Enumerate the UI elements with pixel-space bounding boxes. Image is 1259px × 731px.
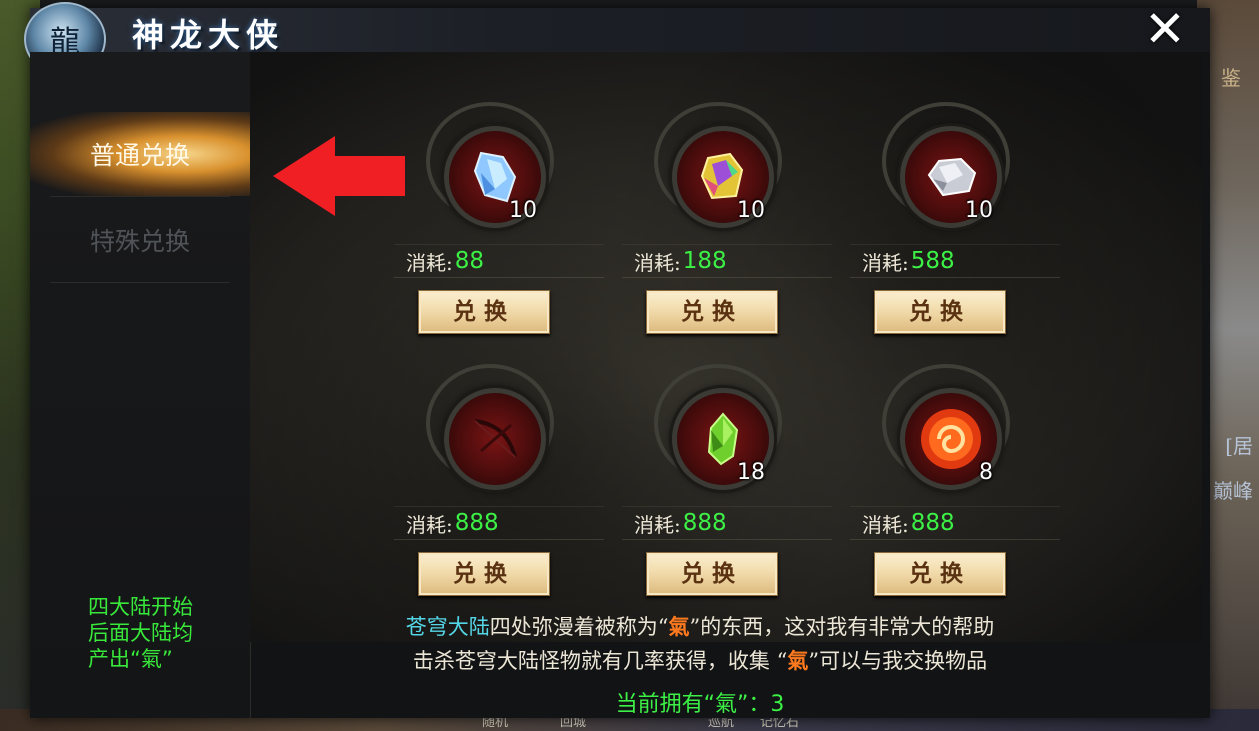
fire-orb-icon <box>921 409 981 469</box>
qi-highlight: 氣 <box>787 648 809 673</box>
exchange-button[interactable]: 兑换 <box>418 552 550 596</box>
item-slot[interactable]: 18 <box>672 388 774 490</box>
item-count: 10 <box>509 198 537 223</box>
tab-divider <box>50 282 230 283</box>
item-count: 8 <box>979 460 993 485</box>
item-slot[interactable]: 10 <box>900 126 1002 228</box>
tab-special-exchange[interactable]: 特殊兑换 <box>30 198 250 282</box>
cost-value: 888 <box>910 510 955 536</box>
qi-highlight: 氣 <box>668 614 690 639</box>
tab-divider <box>50 196 230 197</box>
exchange-card: 18 消耗: 888 兑换 <box>622 364 832 606</box>
cost-row: 消耗: 88 <box>394 244 604 278</box>
bow-icon <box>474 419 517 458</box>
side-note-line: 后面大陆均 <box>88 621 193 645</box>
continent-name: 苍穹大陆 <box>405 615 490 639</box>
item-count: 18 <box>737 460 765 485</box>
description: 苍穹大陆四处弥漫着被称为“氣”的东西，这对我有非常大的帮助 击杀苍穹大陆怪物就有… <box>250 610 1150 678</box>
cost-row: 消耗: 888 <box>394 506 604 540</box>
close-button[interactable]: ✕ <box>1138 2 1192 56</box>
description-text: ”的东西，这对我有非常大的帮助 <box>689 615 995 639</box>
description-text: 击杀苍穹大陆怪物就有几率获得，收集 “ <box>412 649 788 673</box>
side-note-line: 四大陆开始 <box>88 595 193 619</box>
scene-side-label: 巅峰 <box>1213 479 1253 503</box>
cost-label: 消耗: <box>634 250 681 275</box>
exchange-button[interactable]: 兑换 <box>418 290 550 334</box>
cost-label: 消耗: <box>406 512 453 537</box>
green-crystal-icon <box>707 412 739 466</box>
cost-row: 消耗: 888 <box>622 506 832 540</box>
exchange-card: 10 消耗: 188 兑换 <box>622 102 832 344</box>
dialog-title: 神龙大侠 <box>132 16 285 54</box>
description-line: 苍穹大陆四处弥漫着被称为“氣”的东西，这对我有非常大的帮助 <box>250 610 1150 644</box>
cost-value: 888 <box>682 510 727 536</box>
cost-label: 消耗: <box>862 250 909 275</box>
exchange-button[interactable]: 兑换 <box>646 552 778 596</box>
tab-normal-exchange[interactable]: 普通兑换 <box>30 112 250 196</box>
exchange-card: 8 消耗: 888 兑换 <box>850 364 1060 606</box>
description-text: 四处弥漫着被称为“ <box>489 615 669 639</box>
cost-label: 消耗: <box>406 250 453 275</box>
tab-label: 普通兑换 <box>90 141 191 170</box>
side-note-line: 产出“氣” <box>88 647 173 671</box>
silver-ore-icon <box>927 157 977 197</box>
cost-value: 588 <box>910 248 955 274</box>
cost-value: 888 <box>454 510 499 536</box>
cost-row: 消耗: 188 <box>622 244 832 278</box>
rainbow-gem-icon <box>700 152 744 200</box>
cost-value: 188 <box>682 248 727 274</box>
exchange-button[interactable]: 兑换 <box>874 290 1006 334</box>
exchange-button[interactable]: 兑换 <box>646 290 778 334</box>
title-bar: 龍 神龙大侠 ✕ <box>24 2 1210 76</box>
scene-side-label: [居 <box>1225 434 1253 458</box>
scene-side-label: 鉴 <box>1221 66 1241 90</box>
cost-row: 消耗: 588 <box>850 244 1060 278</box>
item-count: 10 <box>737 198 765 223</box>
item-slot[interactable] <box>444 388 546 490</box>
blue-crystal-icon <box>473 151 517 203</box>
cost-row: 消耗: 888 <box>850 506 1060 540</box>
cost-value: 88 <box>454 248 485 274</box>
description-line: 击杀苍穹大陆怪物就有几率获得，收集 “氣”可以与我交换物品 <box>250 644 1150 678</box>
owned-qi-count: 当前拥有“氣”：3 <box>615 692 785 717</box>
cost-label: 消耗: <box>862 512 909 537</box>
exchange-card: 10 消耗: 588 兑换 <box>850 102 1060 344</box>
item-slot[interactable]: 8 <box>900 388 1002 490</box>
tab-label: 特殊兑换 <box>90 227 191 256</box>
description-text: ”可以与我交换物品 <box>808 649 988 673</box>
side-note: 四大陆开始 后面大陆均 产出“氣” <box>88 594 238 672</box>
exchange-card: 10 消耗: 88 兑换 <box>394 102 604 344</box>
cost-label: 消耗: <box>634 512 681 537</box>
exchange-button[interactable]: 兑换 <box>874 552 1006 596</box>
item-slot[interactable]: 10 <box>444 126 546 228</box>
item-count: 10 <box>965 198 993 223</box>
exchange-card: 消耗: 888 兑换 <box>394 364 604 606</box>
item-slot[interactable]: 10 <box>672 126 774 228</box>
